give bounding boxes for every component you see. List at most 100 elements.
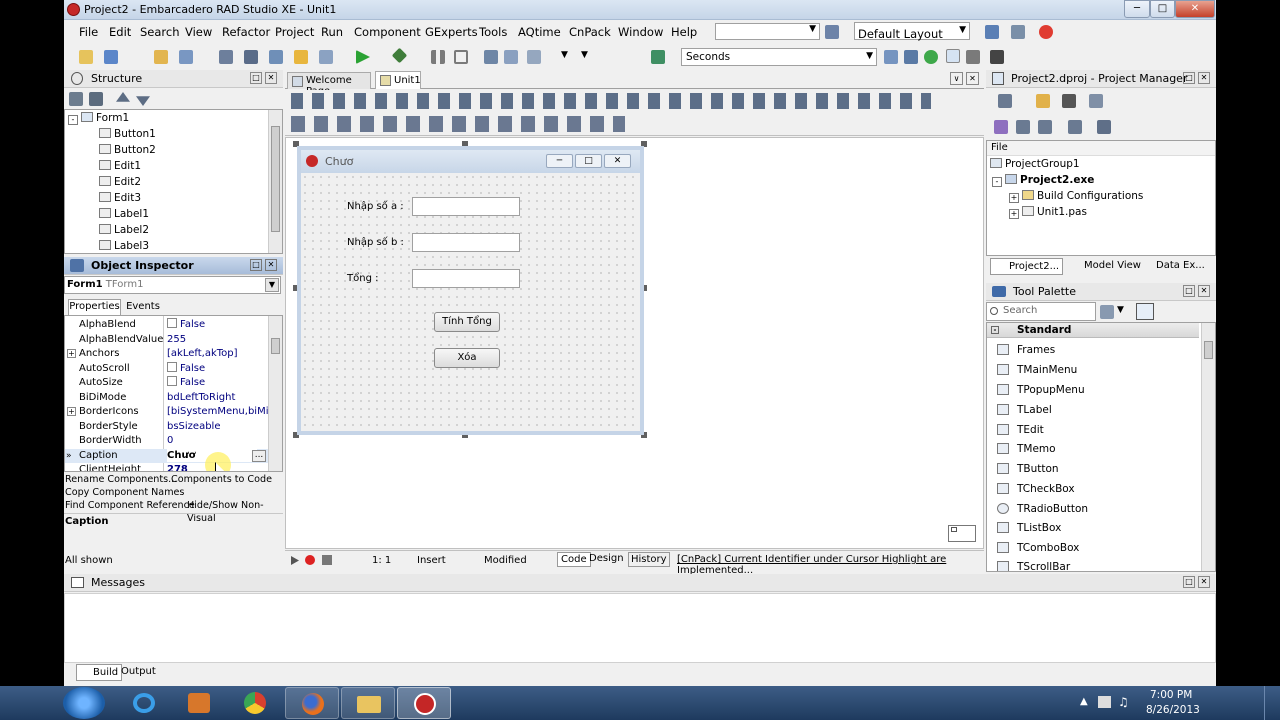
tab-output[interactable]: Output bbox=[121, 666, 156, 677]
prop-alphablend[interactable]: AlphaBlend False bbox=[65, 318, 282, 333]
tree-label1[interactable]: Label1 bbox=[99, 208, 149, 220]
open-icon[interactable] bbox=[104, 50, 118, 64]
tab-project-manager[interactable]: Project2... bbox=[990, 258, 1064, 275]
palette-search-input[interactable]: Search bbox=[986, 302, 1096, 321]
tab-model-view[interactable]: Model View bbox=[1068, 260, 1141, 271]
inspector-scrollbar[interactable] bbox=[268, 316, 282, 471]
show-desktop-button[interactable] bbox=[1264, 686, 1280, 720]
tab-properties[interactable]: Properties bbox=[68, 299, 121, 315]
prop-bidimode[interactable]: BiDiMode bdLeftToRight bbox=[65, 391, 282, 406]
tree-project-exe[interactable]: - Project2.exe bbox=[992, 174, 1094, 187]
palette-item-tscrollbar[interactable]: TScrollBar bbox=[1017, 561, 1070, 571]
play-macro-icon[interactable] bbox=[291, 556, 299, 565]
menu-gexperts[interactable]: GExperts bbox=[425, 25, 478, 39]
pm-options-icon[interactable] bbox=[1089, 94, 1103, 108]
prop-anchors[interactable]: + Anchors [akLeft,akTop] bbox=[65, 347, 282, 362]
link-components-to-code[interactable]: Components to Code bbox=[171, 474, 272, 487]
palette-item-tcombobox[interactable]: TComboBox bbox=[1017, 542, 1079, 554]
tab-welcome-page[interactable]: Welcome Page bbox=[287, 72, 371, 97]
tab-code[interactable]: Code bbox=[557, 552, 591, 567]
caption-ellipsis-button[interactable]: ... bbox=[252, 449, 266, 462]
palette-filter-dropdown[interactable]: ▼ bbox=[1117, 305, 1124, 315]
align-icons-row-1[interactable] bbox=[291, 93, 931, 109]
stop-icon[interactable] bbox=[1039, 25, 1053, 39]
tree-button1[interactable]: Button1 bbox=[99, 128, 156, 140]
menu-cnpack[interactable]: CnPack bbox=[569, 25, 611, 39]
structure-action-icon-1[interactable] bbox=[69, 92, 83, 106]
aqtime-icon-6[interactable] bbox=[990, 50, 1004, 64]
tree-unit1-pas[interactable]: + Unit1.pas bbox=[1009, 206, 1087, 219]
menu-refactor[interactable]: Refactor bbox=[222, 25, 270, 39]
minimize-button[interactable]: ─ bbox=[1124, 0, 1150, 18]
form-minimize-button[interactable]: ─ bbox=[546, 154, 573, 168]
maximize-button[interactable]: □ bbox=[1150, 0, 1175, 18]
aqtime-icon-4[interactable] bbox=[946, 49, 960, 63]
palette-item-frames[interactable]: Frames bbox=[1017, 344, 1055, 356]
add-file-icon[interactable] bbox=[269, 50, 283, 64]
start-button[interactable] bbox=[63, 687, 105, 719]
inspector-close-icon[interactable]: ✕ bbox=[265, 259, 277, 271]
palette-item-tradiobutton[interactable]: TRadioButton bbox=[1017, 503, 1088, 515]
layout-icon[interactable] bbox=[1011, 25, 1025, 39]
run-icon[interactable] bbox=[356, 50, 370, 64]
tab-data-explorer[interactable]: Data Ex... bbox=[1146, 260, 1205, 271]
close-button[interactable]: ✕ bbox=[1175, 0, 1215, 18]
prop-clientheight[interactable]: ClientHeight 278 bbox=[65, 463, 282, 471]
tray-network-icon[interactable] bbox=[1098, 696, 1111, 708]
pm-close-icon[interactable]: ✕ bbox=[1198, 72, 1210, 84]
messages-close-icon[interactable]: ✕ bbox=[1198, 576, 1210, 588]
palette-filter-icon[interactable] bbox=[1100, 305, 1114, 319]
tree-edit3[interactable]: Edit3 bbox=[99, 192, 141, 204]
palette-item-tcheckbox[interactable]: TCheckBox bbox=[1017, 483, 1075, 495]
package-icon[interactable] bbox=[651, 50, 665, 64]
open-file-icon[interactable] bbox=[294, 50, 308, 64]
step-over-icon[interactable] bbox=[504, 50, 518, 64]
save-icon[interactable] bbox=[219, 50, 233, 64]
aqtime-icon-1[interactable] bbox=[884, 50, 898, 64]
move-up-icon[interactable] bbox=[116, 92, 130, 102]
tree-edit2[interactable]: Edit2 bbox=[99, 176, 141, 188]
tab-history[interactable]: History bbox=[628, 552, 670, 567]
pm-sync-icon[interactable] bbox=[994, 120, 1008, 134]
form-close-button[interactable]: ✕ bbox=[604, 154, 631, 168]
palette-category-standard[interactable]: - Standard bbox=[987, 323, 1199, 338]
search-combo[interactable]: ▼ bbox=[715, 23, 820, 40]
run-to-cursor-icon[interactable] bbox=[527, 50, 541, 64]
palette-item-tpopupmenu[interactable]: TPopupMenu bbox=[1017, 384, 1085, 396]
link-find-component-reference[interactable]: Find Component Reference bbox=[65, 500, 195, 513]
tree-project-group[interactable]: ProjectGroup1 bbox=[990, 158, 1080, 170]
tree-edit1[interactable]: Edit1 bbox=[99, 160, 141, 172]
run-without-debug-icon[interactable] bbox=[391, 47, 408, 64]
taskbar-chrome-icon[interactable] bbox=[228, 687, 282, 719]
record-macro-icon[interactable] bbox=[305, 555, 315, 565]
palette-scrollbar[interactable] bbox=[1201, 323, 1215, 571]
taskbar-explorer-icon[interactable] bbox=[341, 687, 395, 719]
palette-item-tbutton[interactable]: TButton bbox=[1017, 463, 1059, 475]
tree-button2[interactable]: Button2 bbox=[99, 144, 156, 156]
prop-autoscroll[interactable]: AutoScroll False bbox=[65, 361, 282, 377]
palette-pin-icon[interactable]: □ bbox=[1183, 285, 1195, 297]
menu-project[interactable]: Project bbox=[275, 25, 314, 39]
tab-unit1[interactable]: Unit1 bbox=[375, 71, 421, 89]
palette-item-tlabel[interactable]: TLabel bbox=[1017, 404, 1052, 416]
pm-build-icon[interactable] bbox=[1097, 120, 1111, 134]
tray-date[interactable]: 8/26/2013 bbox=[1146, 704, 1200, 716]
pm-expand-icon[interactable] bbox=[1016, 120, 1030, 134]
menu-aqtime[interactable]: AQtime bbox=[518, 25, 561, 39]
open-project-icon[interactable] bbox=[179, 50, 193, 64]
tray-time[interactable]: 7:00 PM bbox=[1150, 689, 1192, 701]
pm-activate-icon[interactable] bbox=[998, 94, 1012, 108]
form-maximize-button[interactable]: □ bbox=[575, 154, 602, 168]
save-layout-icon[interactable] bbox=[985, 25, 999, 39]
program-reset-icon[interactable] bbox=[454, 50, 468, 64]
aqtime-icon-3[interactable] bbox=[924, 50, 938, 64]
prop-borderwidth[interactable]: BorderWidth 0 bbox=[65, 434, 282, 449]
tab-design[interactable]: Design bbox=[589, 553, 624, 564]
tab-build[interactable]: Build bbox=[76, 664, 123, 681]
menu-tools[interactable]: Tools bbox=[479, 25, 507, 39]
tree-label3[interactable]: Label3 bbox=[99, 240, 149, 252]
prop-autosize[interactable]: AutoSize False bbox=[65, 376, 282, 391]
layout-select[interactable]: Default Layout ▼ bbox=[854, 22, 970, 41]
menu-view[interactable]: View bbox=[185, 25, 212, 39]
inspector-pin-icon[interactable]: □ bbox=[250, 259, 262, 271]
